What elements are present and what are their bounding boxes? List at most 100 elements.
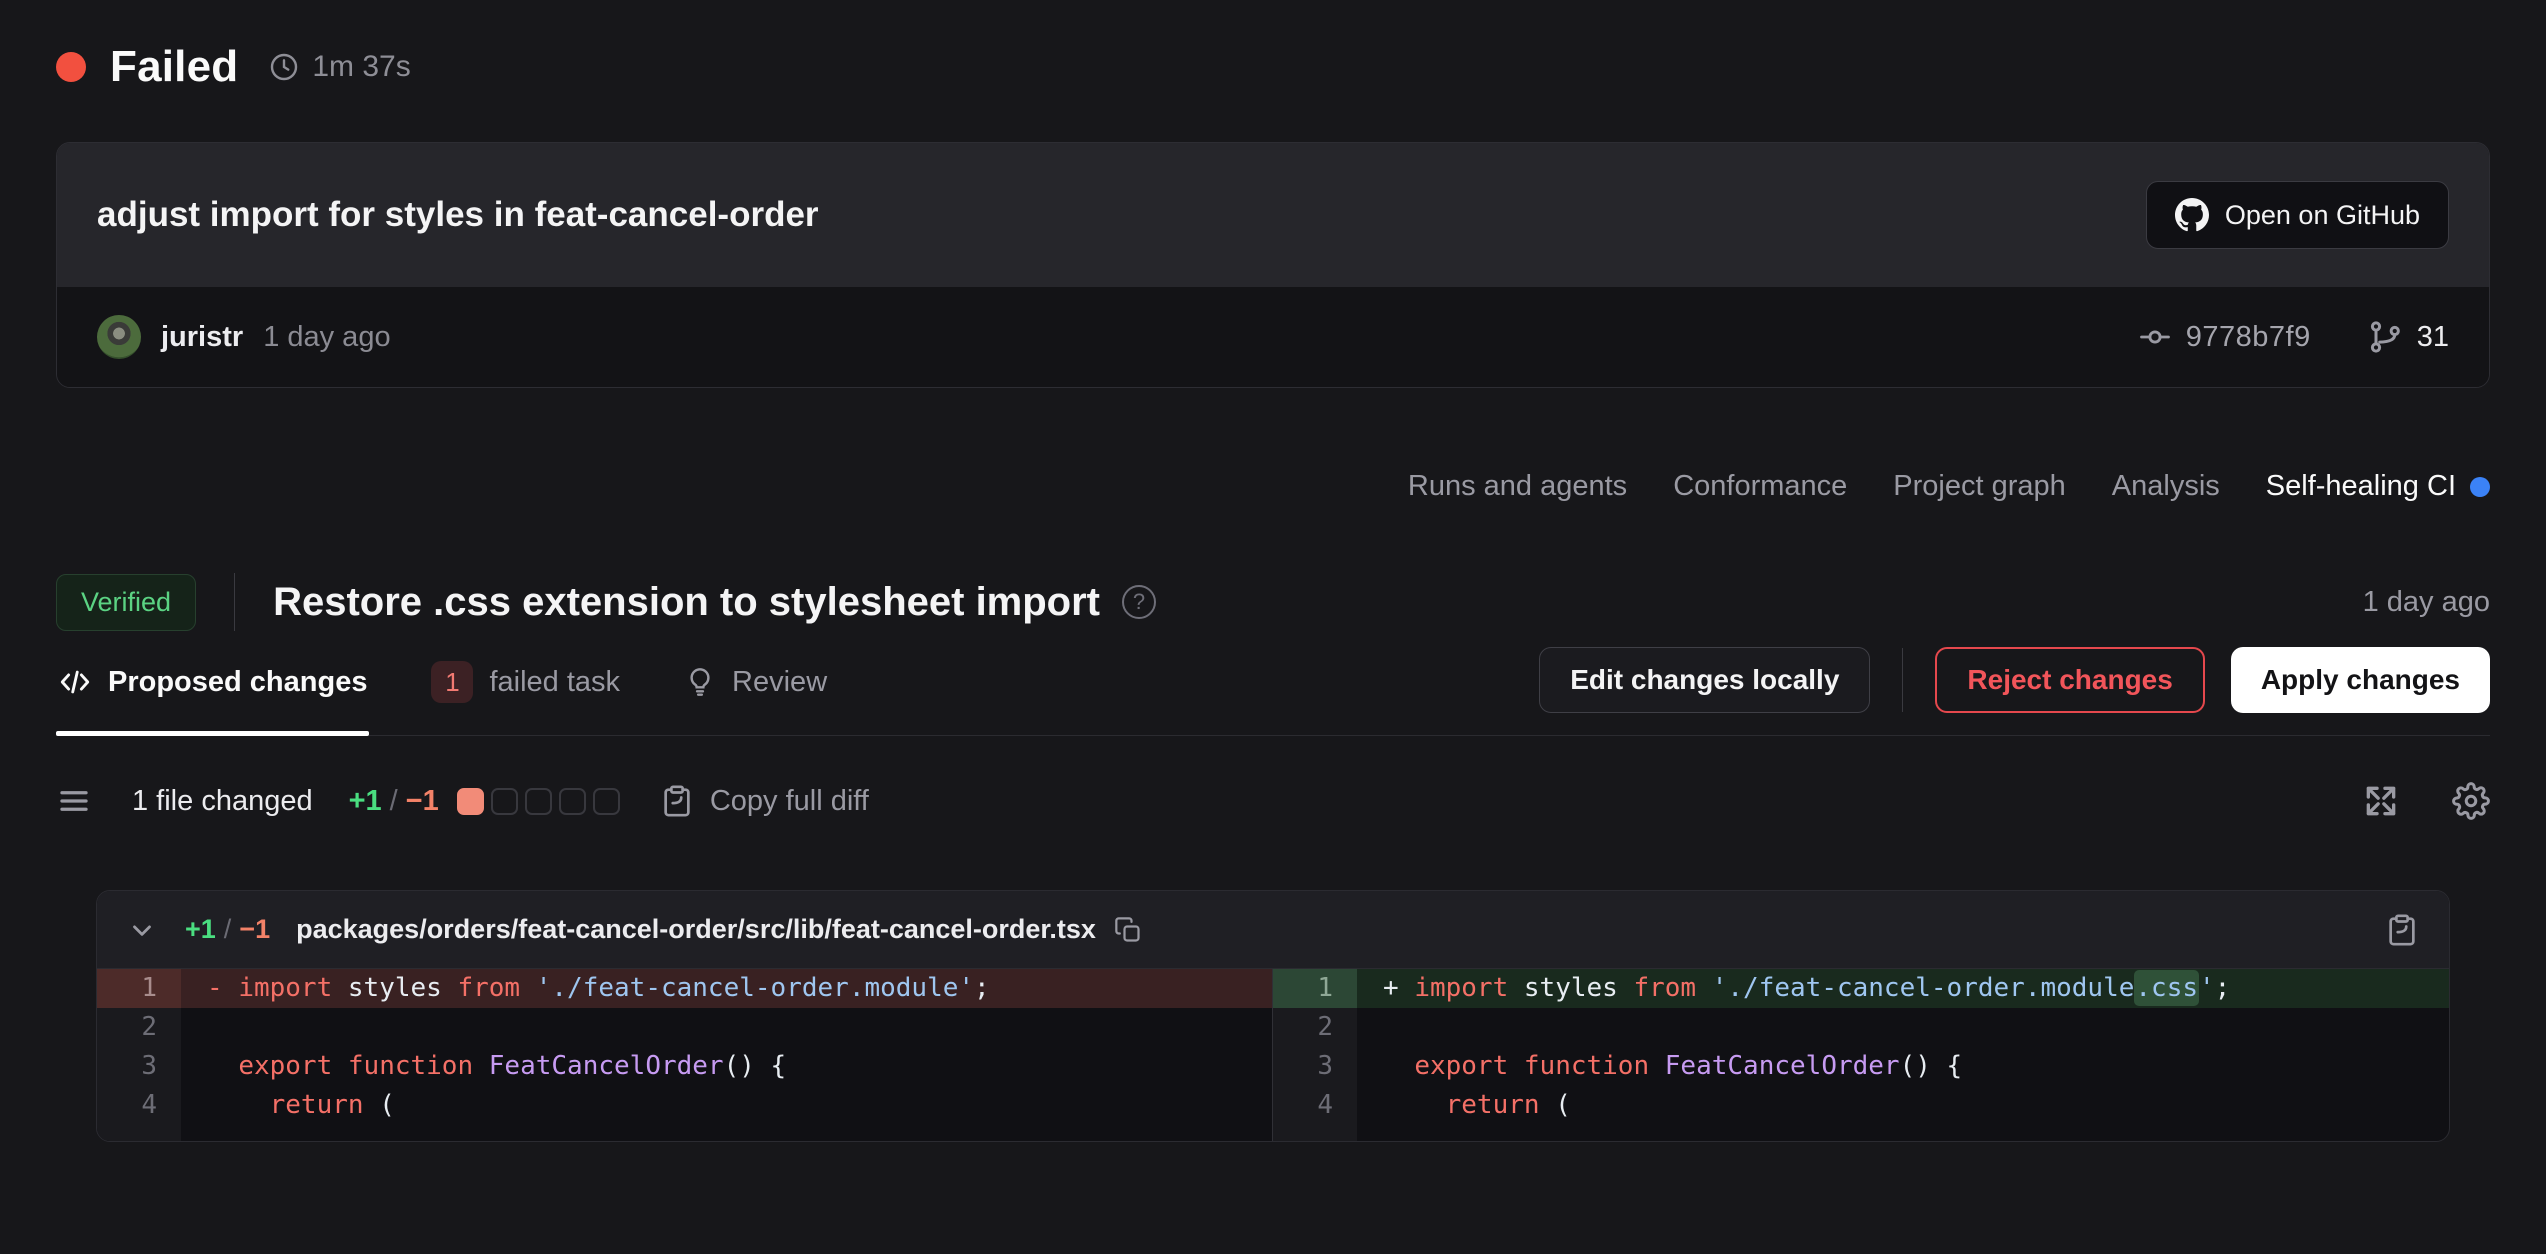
diff-spacer [97,1125,1272,1141]
nav-analysis[interactable]: Analysis [2112,470,2220,503]
action-buttons: Edit changes locally Reject changes Appl… [1539,647,2490,713]
diff-body: 1- import styles from './feat-cancel-ord… [97,969,2449,1141]
divider [1902,648,1903,712]
tab-failed-task-label: failed task [489,666,620,699]
line-number: 2 [97,1008,181,1047]
diff-stats: +1 / −1 [349,785,439,818]
tab-proposed-changes[interactable]: Proposed changes [56,645,369,735]
help-icon[interactable]: ? [1122,585,1156,619]
branch-icon [2367,319,2403,355]
commit-card: adjust import for styles in feat-cancel-… [56,142,2490,388]
deletions-count: −1 [406,785,439,818]
status-failed-dot [56,52,86,82]
github-icon [2175,198,2209,232]
tab-review-label: Review [732,666,827,699]
diff-pane-old: 1- import styles from './feat-cancel-ord… [97,969,1273,1141]
divider [234,573,235,631]
additions-count: +1 [349,785,382,818]
commit-card-top: adjust import for styles in feat-cancel-… [57,143,2489,287]
diff-pane-new: 1+ import styles from './feat-cancel-ord… [1273,969,2449,1141]
diff-block [491,788,518,815]
file-deletions: −1 [239,914,270,945]
code-content: + import styles from './feat-cancel-orde… [1357,969,2449,1008]
files-changed-label: 1 file changed [132,785,313,818]
diff-spacer [1273,1125,2449,1141]
nav-project-graph[interactable]: Project graph [1893,470,2066,503]
diff-block [559,788,586,815]
line-number: 3 [97,1047,181,1086]
fullscreen-button[interactable] [2362,782,2400,820]
file-additions: +1 [185,914,216,945]
code-content [1357,1008,2449,1047]
line-number: 4 [97,1086,181,1125]
diff-file-header: +1 / −1 packages/orders/feat-cancel-orde… [97,891,2449,969]
fix-time: 1 day ago [2363,586,2490,619]
verified-badge: Verified [56,574,196,631]
branch-graph[interactable]: 31 [2367,319,2449,355]
file-tree-toggle-button[interactable] [56,783,92,819]
new-feature-dot [2470,477,2490,497]
avatar [97,315,141,359]
diff-card: +1 / −1 packages/orders/feat-cancel-orde… [96,890,2450,1142]
open-on-github-button[interactable]: Open on GitHub [2146,181,2449,249]
diff-block [525,788,552,815]
copy-full-diff-button[interactable]: Copy full diff [660,784,869,818]
copy-file-path-button[interactable] [1114,916,1142,944]
clipboard-copy-icon [2385,913,2419,947]
diff-line: 2 [97,1008,1272,1047]
commit-meta: 9778b7f9 31 [2138,319,2449,355]
fix-title: Restore .css extension to stylesheet imp… [273,580,1100,625]
diff-block [593,788,620,815]
commit-time: 1 day ago [263,321,390,354]
github-button-label: Open on GitHub [2225,200,2420,231]
code-content: return ( [1357,1086,2449,1125]
code-content: export function FeatCancelOrder() { [181,1047,1272,1086]
commit-sha[interactable]: 9778b7f9 [2138,320,2311,354]
author-row: juristr 1 day ago [97,315,391,359]
line-number: 1 [97,969,181,1008]
author-name: juristr [161,321,243,354]
line-number: 2 [1273,1008,1357,1047]
commit-title: adjust import for styles in feat-cancel-… [97,195,819,235]
diff-line: 1+ import styles from './feat-cancel-ord… [1273,969,2449,1008]
reject-changes-button[interactable]: Reject changes [1935,647,2204,713]
diff-toolbar: 1 file changed +1 / −1 Copy full diff [56,782,2490,820]
code-content: - import styles from './feat-cancel-orde… [181,969,1272,1008]
code-icon [58,665,92,699]
nav-self-healing-ci[interactable]: Self-healing CI [2266,470,2490,503]
file-path: packages/orders/feat-cancel-order/src/li… [296,914,1096,945]
tabs-row: Proposed changes 1 failed task Review Ed… [56,645,2490,736]
diff-line: 3 export function FeatCancelOrder() { [97,1047,1272,1086]
chevron-down-icon [127,915,157,945]
code-content: export function FeatCancelOrder() { [1357,1047,2449,1086]
page: Failed 1m 37s adjust import for styles i… [0,0,2546,1142]
diff-blocks [457,788,620,815]
fix-header: Verified Restore .css extension to style… [56,573,2490,631]
diff-settings-button[interactable] [2452,782,2490,820]
apply-changes-button[interactable]: Apply changes [2231,647,2490,713]
commit-sha-text: 9778b7f9 [2186,321,2311,354]
status-label: Failed [110,42,238,92]
file-diff-stats: +1 / −1 [185,914,270,945]
file-stat-separator: / [224,914,232,945]
diff-line: 4 return ( [1273,1086,2449,1125]
workspace-nav: Runs and agents Conformance Project grap… [56,470,2490,503]
diff-toolbar-right [2362,782,2490,820]
run-duration: 1m 37s [312,50,410,84]
copy-file-diff-button[interactable] [2385,913,2419,947]
collapse-file-button[interactable] [127,915,157,945]
edit-changes-locally-button[interactable]: Edit changes locally [1539,647,1870,713]
commit-card-footer: juristr 1 day ago 9778b7f9 31 [57,287,2489,387]
tab-proposed-changes-label: Proposed changes [108,666,367,699]
nav-conformance[interactable]: Conformance [1673,470,1847,503]
diff-block [457,788,484,815]
tab-failed-task[interactable]: 1 failed task [429,645,622,735]
nav-self-healing-ci-label: Self-healing CI [2266,470,2456,503]
copy-full-diff-label: Copy full diff [710,785,869,818]
tab-review[interactable]: Review [682,645,829,735]
branch-count: 31 [2417,321,2449,354]
code-content: return ( [181,1086,1272,1125]
copy-icon [1114,916,1142,944]
line-number: 3 [1273,1047,1357,1086]
nav-runs-and-agents[interactable]: Runs and agents [1408,470,1627,503]
